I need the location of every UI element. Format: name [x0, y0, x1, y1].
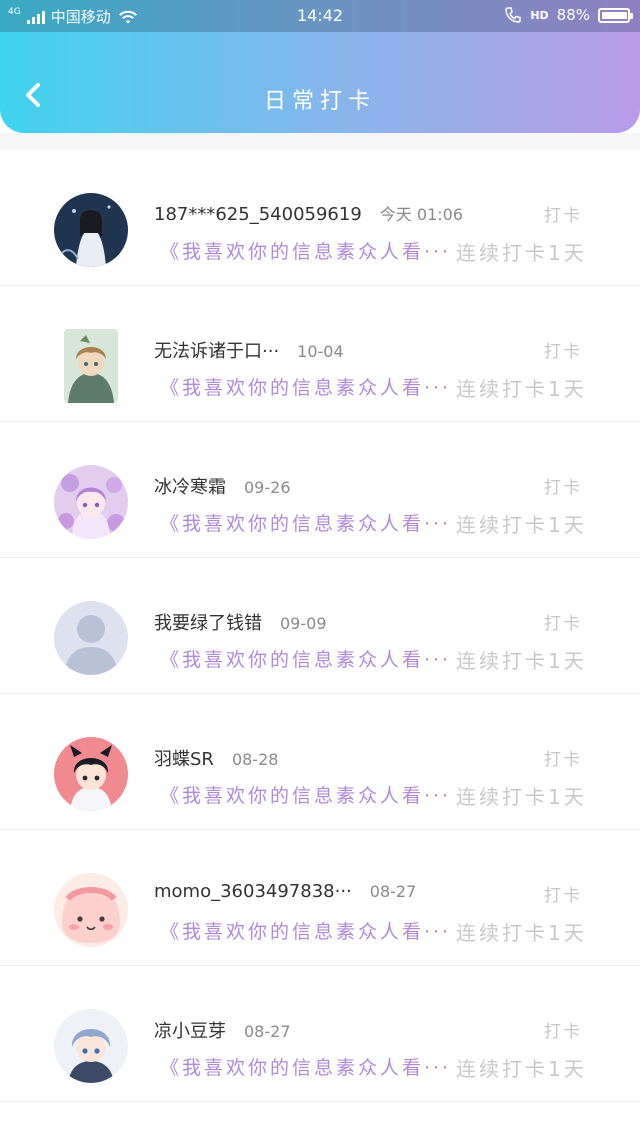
checkin-button[interactable]: 打卡 [544, 1017, 582, 1042]
user-name: 羽蝶SR [154, 749, 214, 770]
list-item[interactable]: 我要绿了钱错 09-09 打卡 《我喜欢你的信息素众人看··· 连续打卡1天 [0, 558, 640, 694]
name-row: 187***625_540059619 今天 01:06 [154, 201, 463, 225]
name-row: 我要绿了钱错 09-09 [154, 609, 327, 635]
avatar [54, 737, 128, 811]
book-title[interactable]: 《我喜欢你的信息素众人看··· [160, 237, 451, 264]
streak-text: 连续打卡1天 [456, 785, 587, 809]
checkin-date: 09-09 [280, 614, 327, 633]
book-title[interactable]: 《我喜欢你的信息素众人看··· [160, 917, 451, 944]
status-bar: 4G 中国移动 14:42 HD 88% [0, 0, 640, 32]
user-name: 无法诉诸于口··· [154, 341, 280, 362]
list-item[interactable]: 冰冷寒霜 09-26 打卡 《我喜欢你的信息素众人看··· 连续打卡1天 [0, 422, 640, 558]
checkin-date: 今天 01:06 [379, 205, 463, 224]
phone-call-icon [505, 7, 522, 23]
checkin-date: 09-26 [244, 478, 291, 497]
avatar [54, 1009, 128, 1083]
name-row: 冰冷寒霜 09-26 [154, 473, 291, 499]
avatar [64, 329, 118, 403]
checkin-date: 08-28 [231, 750, 279, 769]
name-row: momo_3603497838··· 08-27 [154, 881, 416, 902]
battery-icon [598, 7, 633, 23]
checkin-date: 10-04 [297, 342, 344, 361]
book-title[interactable]: 《我喜欢你的信息素众人看··· [160, 509, 451, 536]
list-item[interactable]: 凉小豆芽 08-27 打卡 《我喜欢你的信息素众人看··· 连续打卡1天 [0, 966, 640, 1102]
header-shadow [0, 133, 640, 150]
book-title[interactable]: 《我喜欢你的信息素众人看··· [160, 645, 451, 672]
streak-text: 连续打卡1天 [456, 921, 587, 945]
checkin-button[interactable]: 打卡 [544, 609, 582, 634]
avatar [54, 465, 128, 539]
book-title[interactable]: 《我喜欢你的信息素众人看··· [160, 781, 451, 808]
list-item[interactable]: 羽蝶SR 08-28 打卡 《我喜欢你的信息素众人看··· 连续打卡1天 [0, 694, 640, 830]
list-item[interactable]: 无法诉诸于口··· 10-04 打卡 《我喜欢你的信息素众人看··· 连续打卡1… [0, 286, 640, 422]
streak-text: 连续打卡1天 [456, 241, 587, 265]
streak-text: 连续打卡1天 [456, 377, 587, 401]
list-item[interactable]: momo_3603497838··· 08-27 打卡 《我喜欢你的信息素众人看… [0, 830, 640, 966]
page-title: 日常打卡 [263, 89, 376, 114]
checkin-date: 08-27 [369, 882, 417, 901]
checkin-date: 08-27 [244, 1022, 291, 1041]
streak-text: 连续打卡1天 [456, 513, 587, 537]
name-row: 凉小豆芽 08-27 [154, 1017, 291, 1043]
user-name: 我要绿了钱错 [154, 613, 262, 634]
hd-indicator: HD [530, 8, 549, 22]
streak-text: 连续打卡1天 [456, 1057, 587, 1081]
streak-text: 连续打卡1天 [456, 649, 587, 673]
checkin-list: 187***625_540059619 今天 01:06 打卡 《我喜欢你的信息… [0, 150, 640, 1102]
checkin-button[interactable]: 打卡 [544, 201, 582, 226]
avatar [54, 873, 128, 947]
avatar [54, 193, 128, 267]
book-title[interactable]: 《我喜欢你的信息素众人看··· [160, 1053, 451, 1080]
name-row: 无法诉诸于口··· 10-04 [154, 337, 344, 363]
user-name: 187***625_540059619 [154, 204, 362, 225]
checkin-button[interactable]: 打卡 [544, 745, 582, 770]
list-item[interactable]: 187***625_540059619 今天 01:06 打卡 《我喜欢你的信息… [0, 150, 640, 286]
checkin-button[interactable]: 打卡 [544, 881, 582, 906]
avatar [54, 601, 128, 675]
status-right: HD 88% [504, 6, 633, 24]
user-name: momo_3603497838··· [154, 881, 352, 902]
name-row: 羽蝶SR 08-28 [154, 745, 278, 771]
book-title[interactable]: 《我喜欢你的信息素众人看··· [160, 373, 451, 400]
checkin-button[interactable]: 打卡 [544, 337, 582, 362]
battery-percent: 88% [556, 6, 590, 24]
user-name: 冰冷寒霜 [154, 477, 226, 498]
checkin-button[interactable]: 打卡 [544, 473, 582, 498]
user-name: 凉小豆芽 [154, 1021, 226, 1042]
